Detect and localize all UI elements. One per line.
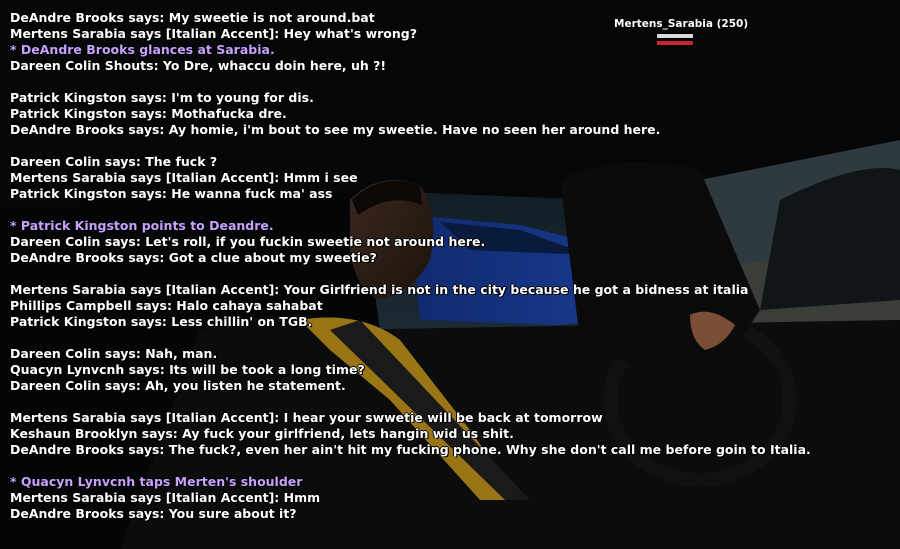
- chat-message-line: Mertens Sarabia says [Italian Accent]: H…: [10, 490, 321, 505]
- chat-message-line: Dareen Colin says: Let's roll, if you fu…: [10, 234, 486, 249]
- chat-message-line: Dareen Colin says: Nah, man.: [10, 346, 218, 361]
- chat-message-line: DeAndre Brooks says: My sweetie is not a…: [10, 10, 375, 25]
- chat-message-line: Patrick Kingston says: He wanna fuck ma'…: [10, 186, 333, 201]
- chat-message-line: Dareen Colin says: The fuck ?: [10, 154, 218, 169]
- chat-message-line: Keshaun Brooklyn says: Ay fuck your girl…: [10, 426, 514, 441]
- chat-spacer: [10, 458, 890, 474]
- chat-message-line: DeAndre Brooks says: The fuck?, even her…: [10, 442, 811, 457]
- chat-action-line: * Patrick Kingston points to Deandre.: [10, 218, 274, 233]
- chat-message-line: Mertens Sarabia says [Italian Accent]: H…: [10, 170, 358, 185]
- chat-message-line: Phillips Campbell says: Halo cahaya saha…: [10, 298, 323, 313]
- chat-action-line: * DeAndre Brooks glances at Sarabia.: [10, 42, 275, 57]
- chat-spacer: [10, 74, 890, 90]
- chat-message-line: Mertens Sarabia says [Italian Accent]: I…: [10, 410, 603, 425]
- chat-message-line: Mertens Sarabia says [Italian Accent]: Y…: [10, 282, 749, 297]
- chat-log: DeAndre Brooks says: My sweetie is not a…: [10, 10, 890, 522]
- chat-message-line: Patrick Kingston says: Mothafucka dre.: [10, 106, 287, 121]
- chat-message-line: DeAndre Brooks says: You sure about it?: [10, 506, 297, 521]
- chat-message-line: Patrick Kingston says: I'm to young for …: [10, 90, 314, 105]
- chat-spacer: [10, 330, 890, 346]
- chat-message-line: Patrick Kingston says: Less chillin' on …: [10, 314, 313, 329]
- chat-message-line: DeAndre Brooks says: Got a clue about my…: [10, 250, 377, 265]
- chat-message-line: Dareen Colin Shouts: Yo Dre, whaccu doin…: [10, 58, 387, 73]
- chat-spacer: [10, 138, 890, 154]
- chat-message-line: Mertens Sarabia says [Italian Accent]: H…: [10, 26, 417, 41]
- chat-spacer: [10, 202, 890, 218]
- chat-spacer: [10, 394, 890, 410]
- chat-action-line: * Quacyn Lynvcnh taps Merten's shoulder: [10, 474, 303, 489]
- chat-spacer: [10, 266, 890, 282]
- chat-message-line: Quacyn Lynvcnh says: Its will be took a …: [10, 362, 365, 377]
- chat-message-line: Dareen Colin says: Ah, you listen he sta…: [10, 378, 346, 393]
- chat-message-line: DeAndre Brooks says: Ay homie, i'm bout …: [10, 122, 661, 137]
